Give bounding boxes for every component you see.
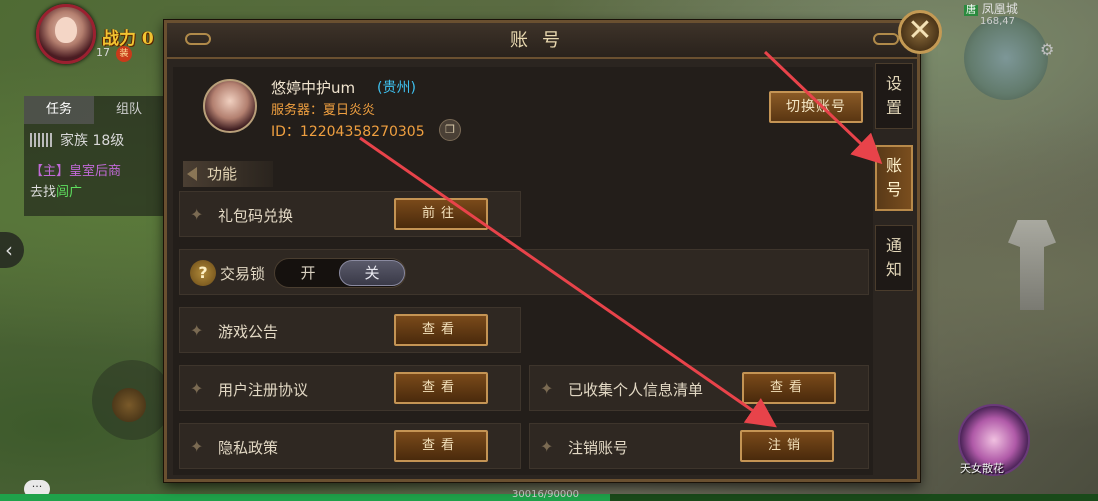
gift-code-go-button[interactable]: 前往 <box>394 198 488 230</box>
personal-info-view-button[interactable]: 查看 <box>742 372 836 404</box>
cancel-account-button[interactable]: 注销 <box>740 430 834 462</box>
trade-lock-label: 交易锁 <box>220 265 266 283</box>
toggle-off-option[interactable]: 关 <box>339 260 405 286</box>
quest-prefix: 去找 <box>30 185 57 200</box>
avatar-face <box>55 17 77 43</box>
quest-objective[interactable]: 去找闾广 <box>24 179 164 202</box>
player-level: 17 <box>96 46 110 59</box>
personal-info-label: 已收集个人信息清单 <box>568 381 704 399</box>
row-cancel-account: ✦ 注销账号 注销 <box>529 423 869 469</box>
quest-tabs: 任务 组队 <box>24 96 164 124</box>
profile-name: 悠婷中护um <box>271 79 356 97</box>
star-icon: ✦ <box>540 437 554 456</box>
trade-lock-toggle[interactable]: 开 关 <box>274 258 406 288</box>
row-announcement: ✦ 游戏公告 查看 <box>179 307 521 353</box>
tab-account-bottom: 号 <box>885 180 902 199</box>
toggle-on-option[interactable]: 开 <box>275 259 341 287</box>
question-icon[interactable]: ? <box>190 260 216 286</box>
privacy-label: 隐私政策 <box>218 439 279 457</box>
title-ornament-right-icon <box>873 33 899 45</box>
family-label: 家族 18级 <box>60 133 125 149</box>
gift-code-label: 礼包码兑换 <box>218 207 294 225</box>
dialog-title: 账号 <box>510 30 574 51</box>
tab-quest[interactable]: 任务 <box>24 96 94 124</box>
profile-avatar <box>203 79 257 133</box>
switch-account-button[interactable]: 切换账号 <box>769 91 863 123</box>
tab-account[interactable]: 账 号 <box>875 145 913 211</box>
title-ornament-left-icon <box>185 33 211 45</box>
family-bars-icon <box>30 133 54 147</box>
stone-lantern <box>1008 220 1056 310</box>
row-personal-info: ✦ 已收集个人信息清单 查看 <box>529 365 869 411</box>
profile-server: 服务器：夏日炎炎 <box>271 103 376 118</box>
star-icon: ✦ <box>190 321 204 340</box>
joystick-knob[interactable] <box>112 388 146 422</box>
tab-settings-top: 设 <box>885 74 902 93</box>
user-agreement-view-button[interactable]: 查看 <box>394 372 488 404</box>
tab-settings[interactable]: 设 置 <box>875 63 913 129</box>
map-tag: 唐 <box>964 5 978 16</box>
row-user-agreement: ✦ 用户注册协议 查看 <box>179 365 521 411</box>
close-icon[interactable]: ✕ <box>898 10 942 54</box>
quest-panel: 任务 组队 家族 18级 【主】皇室后商 去找闾广 <box>24 96 164 216</box>
profile-region: (贵州) <box>377 80 416 96</box>
quest-title[interactable]: 【主】皇室后商 <box>24 156 164 179</box>
section-title: 功能 <box>183 161 273 187</box>
skill-label: 天女散花 <box>960 462 1004 475</box>
star-icon: ✦ <box>540 379 554 398</box>
family-row[interactable]: 家族 18级 <box>24 124 164 156</box>
tab-settings-bottom: 置 <box>885 98 902 117</box>
tab-notifications-top: 通 <box>885 236 902 255</box>
privacy-view-button[interactable]: 查看 <box>394 430 488 462</box>
announcement-view-button[interactable]: 查看 <box>394 314 488 346</box>
expand-left-button[interactable]: ‹ <box>0 232 24 268</box>
profile-id: ID：12204358270305 <box>271 124 425 140</box>
row-gift-code: ✦ 礼包码兑换 前往 <box>179 191 521 237</box>
quest-target[interactable]: 闾广 <box>56 185 82 200</box>
player-avatar[interactable] <box>36 4 96 64</box>
hp-text: 30016/90000 <box>512 489 579 500</box>
star-icon: ✦ <box>190 205 204 224</box>
announcement-label: 游戏公告 <box>218 323 279 341</box>
minimap[interactable] <box>964 16 1048 100</box>
level-badge: 装 <box>116 46 132 62</box>
star-icon: ✦ <box>190 379 204 398</box>
map-name: 唐 凤凰城 <box>964 0 1018 17</box>
account-dialog: 账号 悠婷中护um (贵州) 服务器：夏日炎炎 ID：1220435827030… <box>164 20 920 482</box>
cancel-account-label: 注销账号 <box>568 439 629 457</box>
star-icon: ✦ <box>190 437 204 456</box>
user-agreement-label: 用户注册协议 <box>218 381 309 399</box>
tab-account-top: 账 <box>885 156 902 175</box>
map-name-label: 凤凰城 <box>981 2 1018 16</box>
copy-icon[interactable]: ❐ <box>439 119 461 141</box>
row-trade-lock: ? 交易锁 开 关 <box>179 249 869 295</box>
dialog-content: 悠婷中护um (贵州) 服务器：夏日炎炎 ID：12204358270305 ❐… <box>173 67 873 475</box>
dialog-title-bar: 账号 <box>167 23 917 59</box>
tab-notifications[interactable]: 通 知 <box>875 225 913 291</box>
map-coords: 168,47 <box>980 16 1015 27</box>
gear-icon[interactable]: ⚙ <box>1040 40 1054 59</box>
tab-notifications-bottom: 知 <box>885 260 902 279</box>
tab-team[interactable]: 组队 <box>94 96 164 124</box>
row-privacy: ✦ 隐私政策 查看 <box>179 423 521 469</box>
